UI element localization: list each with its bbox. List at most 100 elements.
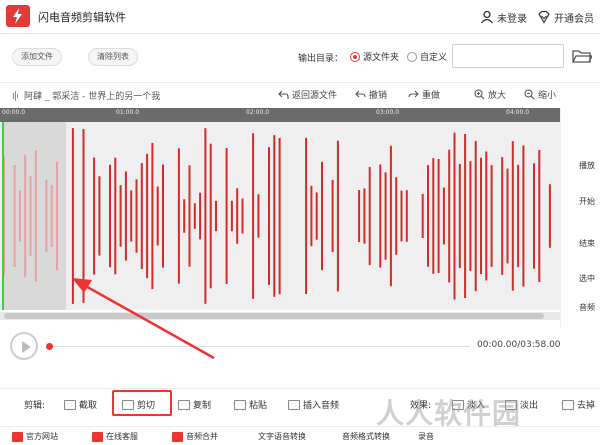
waveform-bar <box>29 176 32 256</box>
scrollbar-thumb[interactable] <box>4 313 544 319</box>
playback-time: 00:00.00/03:58.00 <box>477 340 561 350</box>
waveform-bar <box>511 141 514 291</box>
paste-button[interactable]: 粘贴 <box>234 398 267 411</box>
waveform-bar <box>321 161 323 271</box>
playback-progress[interactable] <box>50 346 470 347</box>
radio-custom-folder[interactable]: 自定义 <box>407 50 447 63</box>
merge-link[interactable]: 音频合并 <box>172 431 218 442</box>
ruler-tick: 03:00.0 <box>376 109 400 116</box>
waveform-bar <box>448 149 451 283</box>
insert-audio-button[interactable]: 插入音频 <box>288 398 339 411</box>
ruler-tick: 00:00.0 <box>2 109 26 116</box>
waveform-bar <box>199 192 202 240</box>
cut-button-highlight <box>112 390 172 416</box>
waveform-bar <box>18 190 21 242</box>
waveform-bar <box>363 188 366 244</box>
radio-source-folder[interactable]: 源文件夹 <box>350 50 399 63</box>
waveform-bar <box>458 163 461 269</box>
support-link[interactable]: 在线客服 <box>92 431 138 442</box>
remove-button[interactable]: 去掉 <box>562 398 595 411</box>
vip-label: 开通会员 <box>554 13 594 25</box>
zoom-out-button[interactable]: 缩小 <box>524 88 556 101</box>
playhead-cursor[interactable] <box>2 122 4 310</box>
app-title: 闪电音频剪辑软件 <box>38 11 126 24</box>
vip-button[interactable]: 开通会员 <box>537 10 594 25</box>
waveform-bar <box>437 159 440 273</box>
copy-button[interactable]: 复制 <box>178 398 211 411</box>
waveform-bar <box>140 163 143 269</box>
tts-link[interactable]: 文字语音转换 <box>258 431 306 442</box>
merge-icon <box>172 431 183 442</box>
waveform[interactable] <box>0 122 560 310</box>
insert-audio-icon <box>288 399 300 410</box>
zoom-in-button[interactable]: 放大 <box>474 88 506 101</box>
edit-label: 剪辑: <box>24 401 46 411</box>
crop-button[interactable]: 截取 <box>64 398 97 411</box>
insert-audio-label: 插入音频 <box>303 401 340 411</box>
waveform-bar <box>98 176 101 256</box>
waveform-bar <box>56 161 58 271</box>
waveform-bar <box>538 149 541 283</box>
website-label: 官方网站 <box>26 432 58 441</box>
waveform-bar <box>241 198 244 234</box>
crop-label: 截取 <box>79 401 98 411</box>
redo-button[interactable]: 重做 <box>408 88 440 101</box>
radio-source-label: 源文件夹 <box>363 53 400 63</box>
waveform-bar <box>474 140 477 292</box>
undo-button[interactable]: 撤销 <box>355 88 387 101</box>
remove-icon <box>562 399 574 410</box>
record-link[interactable]: 录音 <box>418 431 434 442</box>
redo-icon <box>408 90 419 97</box>
back-to-source-label: 返回源文件 <box>292 91 338 101</box>
monitor-icon <box>12 431 23 442</box>
radio-selected-icon <box>350 51 360 62</box>
properties-panel: 播放 开始 结束 选中 音频 <box>560 108 600 328</box>
clear-list-button[interactable]: 清除列表 <box>88 48 138 66</box>
waveform-bar <box>464 134 467 298</box>
folder-icon[interactable] <box>572 48 592 64</box>
remove-label: 去掉 <box>577 401 596 411</box>
waveform-bar <box>273 135 276 297</box>
panel-label: 音频 <box>579 303 595 312</box>
ruler-tick: 04:00.0 <box>506 109 530 116</box>
time-ruler[interactable]: 00:00.0 01:00.0 02:00.0 03:00.0 04:00.0 <box>0 108 560 122</box>
audio-file-icon <box>13 90 18 101</box>
format-convert-link[interactable]: 音频格式转换 <box>342 431 390 442</box>
play-button[interactable] <box>10 332 38 360</box>
waveform-bar <box>336 140 339 292</box>
zoom-in-label: 放大 <box>488 91 507 101</box>
support-label: 在线客服 <box>106 432 138 441</box>
record-label: 录音 <box>418 432 434 441</box>
waveform-bar <box>278 137 281 295</box>
waveform-bar <box>442 187 445 245</box>
waveform-bar <box>501 157 504 275</box>
waveform-bar <box>151 142 154 290</box>
undo-icon <box>355 90 366 97</box>
waveform-bar <box>490 165 493 267</box>
waveform-bar <box>432 158 435 274</box>
back-to-source-button[interactable]: 返回源文件 <box>278 88 337 101</box>
zoom-out-label: 缩小 <box>538 91 557 101</box>
waveform-bar <box>45 179 48 253</box>
waveform-bar <box>209 143 212 289</box>
waveform-bar <box>215 200 217 232</box>
fade-out-label: 淡出 <box>520 401 539 411</box>
waveform-bar <box>71 128 74 304</box>
website-link[interactable]: 官方网站 <box>12 431 58 442</box>
waveform-bar <box>310 185 313 247</box>
output-path-input[interactable] <box>452 44 564 68</box>
ruler-tick: 01:00.0 <box>116 109 140 116</box>
waveform-bar <box>230 200 233 232</box>
waveform-bar <box>135 179 138 253</box>
login-button[interactable]: 未登录 <box>480 10 527 25</box>
waveform-bar <box>400 190 403 242</box>
progress-handle[interactable] <box>46 343 53 350</box>
add-file-button[interactable]: 添加文件 <box>12 48 62 66</box>
waveform-bar <box>252 133 255 299</box>
panel-label: 开始 <box>579 197 595 206</box>
waveform-bar <box>13 165 16 267</box>
waveform-bar <box>114 157 117 275</box>
waveform-bar <box>522 145 525 287</box>
waveform-bar <box>34 150 37 282</box>
waveform-bar <box>358 190 361 243</box>
